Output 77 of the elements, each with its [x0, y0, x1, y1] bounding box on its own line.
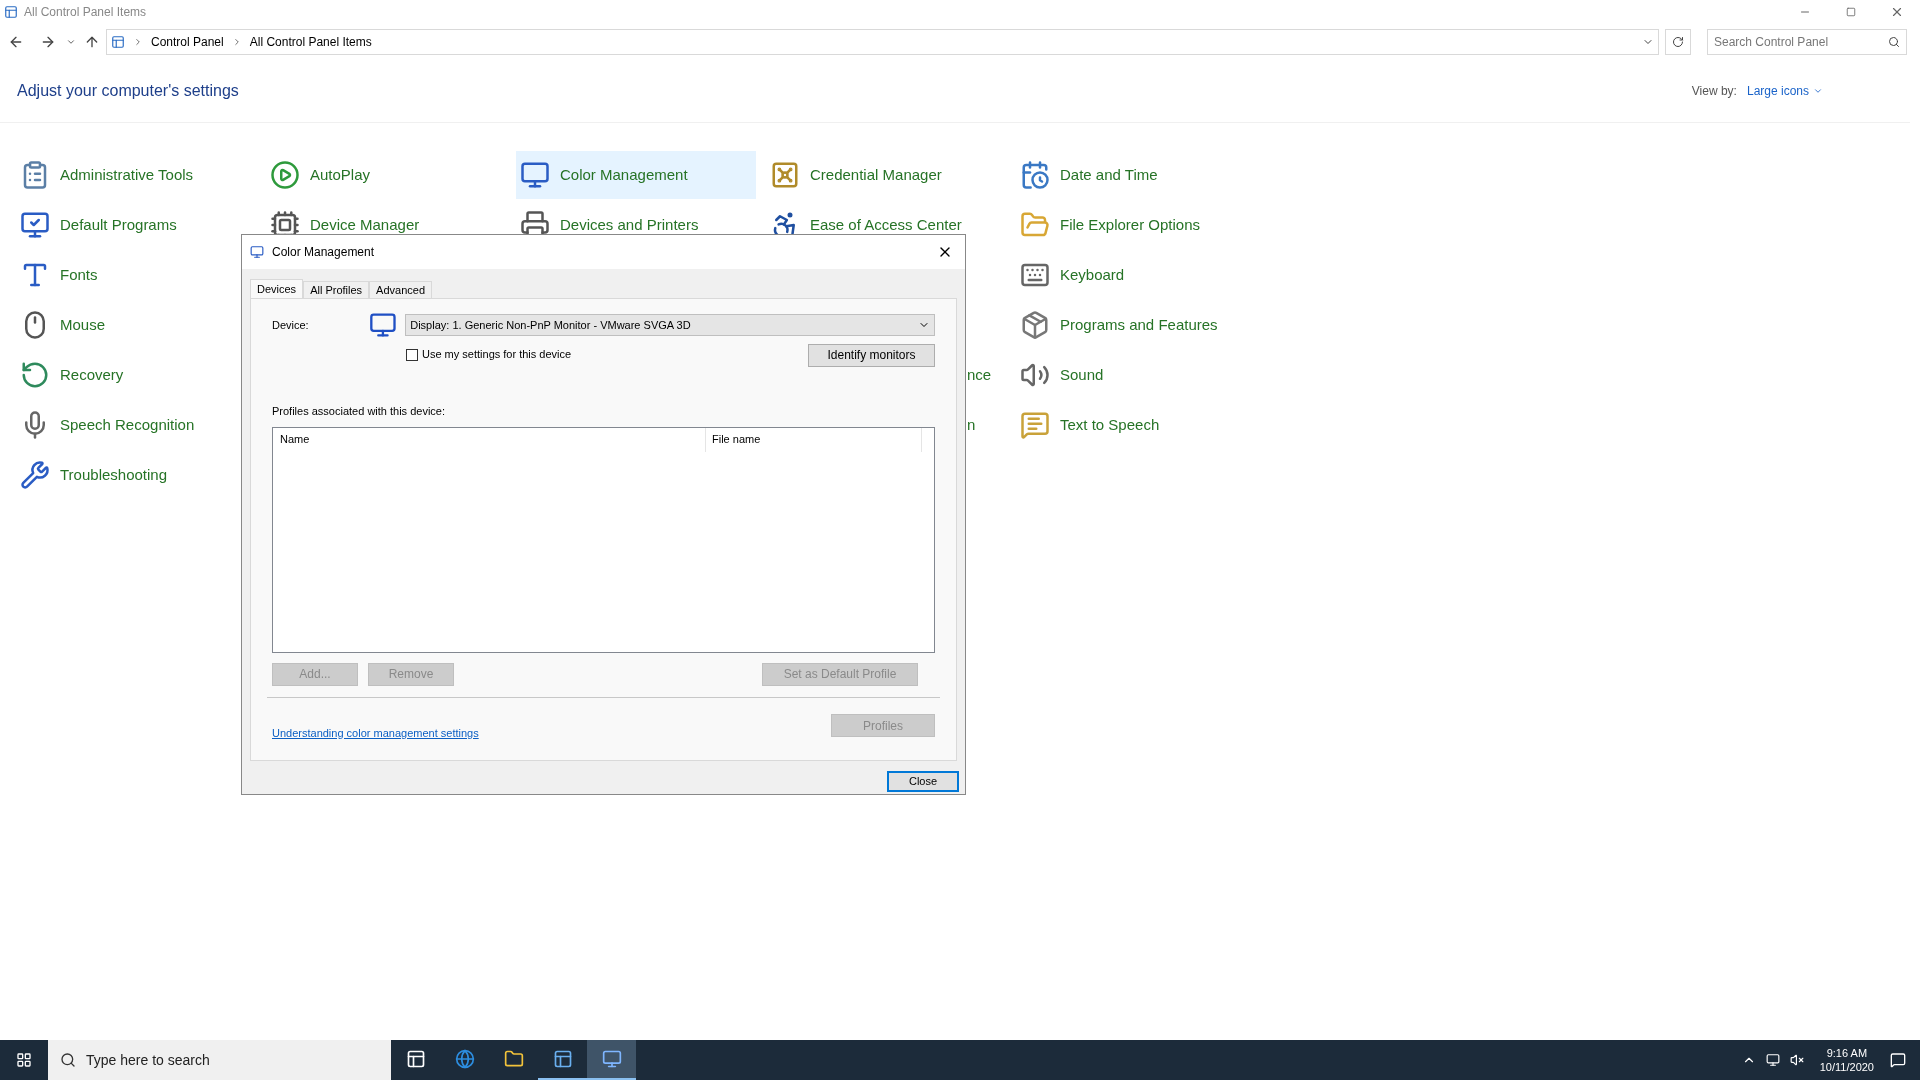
dialog-title: Color Management: [272, 244, 375, 261]
restore-icon: [1846, 7, 1856, 17]
control-panel-item[interactable]: Recovery: [16, 351, 256, 399]
column-header[interactable]: Name: [273, 427, 706, 452]
search-icon[interactable]: [1888, 36, 1900, 48]
task-view-icon: [405, 1049, 426, 1069]
speaker-muted-icon[interactable]: [1789, 1053, 1804, 1067]
control-panel-item[interactable]: File Explorer Options: [1016, 201, 1256, 249]
column-header[interactable]: File name: [706, 427, 922, 452]
help-link[interactable]: Understanding color management settings: [272, 724, 479, 741]
monitor-icon: [601, 1049, 622, 1069]
device-dropdown[interactable]: Display: 1. Generic Non-PnP Monitor - VMware SVGA 3D: [405, 314, 935, 336]
monitor-check-icon: [20, 210, 50, 240]
identify-monitors-button[interactable]: Identify monitors: [808, 343, 935, 367]
taskbar-search-input[interactable]: Type here to search: [86, 1049, 267, 1071]
monitor-icon: [250, 245, 264, 259]
use-my-settings-checkbox[interactable]: Use my settings for this device: [406, 346, 572, 363]
close-icon: [1890, 5, 1904, 19]
item-label[interactable]: n: [967, 413, 976, 437]
control-panel-item[interactable]: Date and Time: [1016, 151, 1256, 199]
tab[interactable]: Devices: [250, 279, 304, 298]
control-panel-item[interactable]: Credential Manager: [766, 151, 1006, 199]
control-panel-item[interactable]: Default Programs: [16, 201, 256, 249]
up-icon[interactable]: [84, 34, 100, 50]
close-dialog-button[interactable]: Close: [887, 771, 959, 792]
item-label[interactable]: nce: [967, 363, 992, 387]
control-panel-icon: [4, 5, 18, 19]
calendar-clock-icon: [1020, 160, 1050, 190]
forward-icon[interactable]: [40, 34, 56, 50]
search-box[interactable]: Search Control Panel: [1707, 29, 1907, 55]
control-panel-item[interactable]: Keyboard: [1016, 251, 1256, 299]
profiles-label: Profiles associated with this device:: [272, 404, 447, 419]
search-input[interactable]: Search Control Panel: [1714, 33, 1888, 51]
tab[interactable]: Advanced: [369, 281, 433, 298]
recovery-icon: [20, 360, 50, 390]
window-title: All Control Panel Items: [24, 4, 147, 21]
tab[interactable]: All Profiles: [303, 281, 370, 298]
address-field[interactable]: Control Panel All Control Panel Items: [106, 29, 1659, 55]
control-panel-item[interactable]: Color Management: [516, 151, 756, 199]
control-panel-item[interactable]: Devices and Printers: [516, 201, 756, 249]
view-by-label: View by:: [1691, 83, 1737, 100]
control-panel-item[interactable]: Text to Speech: [1016, 401, 1256, 449]
page-heading: Adjust your computer's settings: [17, 81, 239, 101]
control-panel-icon: [552, 1049, 573, 1069]
control-panel-icon: [111, 35, 125, 49]
windows-logo-icon: [16, 1052, 32, 1068]
device-label: Device:: [272, 317, 310, 333]
network-icon[interactable]: [1765, 1053, 1780, 1067]
control-panel-item[interactable]: Administrative Tools: [16, 151, 256, 199]
refresh-button[interactable]: [1665, 29, 1691, 55]
caret-icon: [1813, 86, 1823, 96]
control-panel-item[interactable]: AutoPlay: [266, 151, 506, 199]
wrench-icon: [20, 460, 50, 490]
taskbar-clock[interactable]: 9:16 AM 10/11/2020: [1813, 1046, 1880, 1074]
speech-bubble-icon: [1020, 410, 1050, 440]
taskbar-search-box[interactable]: Type here to search: [48, 1040, 391, 1080]
folder-icon: [503, 1049, 524, 1069]
notifications-icon[interactable]: [1890, 1052, 1906, 1068]
breadcrumb[interactable]: All Control Panel Items: [249, 33, 372, 51]
control-panel-item[interactable]: Mouse: [16, 301, 256, 349]
monitor-icon: [369, 311, 398, 339]
view-mode-dropdown[interactable]: Large icons: [1746, 82, 1823, 100]
back-icon[interactable]: [8, 34, 24, 50]
control-panel-item[interactable]: Troubleshooting: [16, 451, 256, 499]
monitor-icon: [520, 160, 550, 190]
play-icon: [270, 160, 300, 190]
browser-icon: [454, 1049, 475, 1069]
recent-locations-icon[interactable]: [66, 37, 76, 47]
control-panel-item[interactable]: Sound: [1016, 351, 1256, 399]
chevron-icon[interactable]: [133, 37, 143, 47]
search-icon: [60, 1052, 76, 1068]
breadcrumb[interactable]: Control Panel: [151, 33, 224, 51]
refresh-icon: [1672, 36, 1684, 48]
control-panel-item[interactable]: Programs and Features: [1016, 301, 1256, 349]
control-panel-item[interactable]: Speech Recognition: [16, 401, 256, 449]
safe-icon: [770, 160, 800, 190]
package-icon: [1020, 310, 1050, 340]
